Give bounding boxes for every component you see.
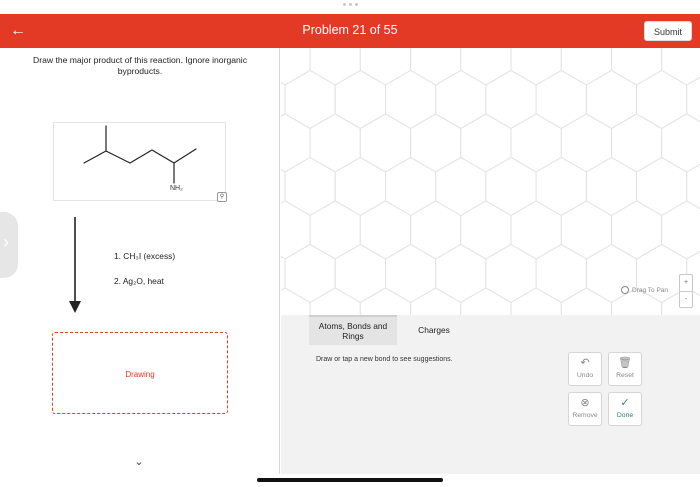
toolbar-tabs: Atoms, Bonds and Rings Charges (309, 315, 700, 345)
zoom-in-button[interactable]: + (680, 275, 692, 291)
bond-c4-c5 (151, 149, 175, 164)
trash-icon: 🗑 (618, 357, 632, 369)
question-prompt: Draw the major product of this reaction.… (33, 55, 247, 76)
remove-circle-icon: ⊗ (580, 397, 590, 409)
chevron-right-icon: › (3, 232, 9, 252)
remove-button[interactable]: ⊗ Remove (568, 392, 602, 426)
amine-label: NH₂ (170, 185, 183, 192)
drag-to-pan-hint: Drag To Pan (621, 286, 668, 294)
bond-c2-c3 (105, 150, 131, 164)
done-button[interactable]: ✓ Done (608, 392, 642, 426)
drawing-canvas[interactable]: Drag To Pan + - (281, 48, 700, 315)
problem-counter: Problem 21 of 55 (302, 23, 398, 37)
question-panel: Draw the major product of this reaction.… (0, 48, 280, 474)
multitask-dots[interactable] (340, 3, 360, 7)
tab-charges[interactable]: Charges (399, 315, 469, 345)
bond-c5-c6 (173, 148, 197, 164)
bottom-bar (0, 474, 700, 487)
chevron-down-icon[interactable]: ⌄ (132, 456, 146, 468)
drawing-toolbar: Atoms, Bonds and Rings Charges Draw or t… (281, 315, 700, 475)
undo-icon: ↶ (580, 357, 590, 369)
magnify-structure-button[interactable]: ⚲ (217, 192, 227, 202)
bond-c3-c4 (129, 149, 153, 164)
undo-button[interactable]: ↶ Undo (568, 352, 602, 386)
skeletal-structure (83, 125, 197, 184)
hex-grid (281, 48, 700, 315)
reaction-arrow (69, 217, 81, 313)
zoom-controls: + - (679, 274, 693, 308)
suggestion-hint: Draw or tap a new bond to see suggestion… (316, 356, 453, 363)
status-strip (0, 0, 700, 14)
starting-material-structure: NH₂ (53, 122, 226, 201)
reagent-step-2: 2. Ag₂O, heat (114, 276, 164, 286)
submit-button[interactable]: Submit (644, 21, 692, 41)
tab-atoms-bonds-rings[interactable]: Atoms, Bonds and Rings (309, 315, 397, 345)
pan-icon (621, 286, 629, 294)
bond-methyl-left (83, 150, 107, 164)
side-drawer-handle[interactable]: › (0, 212, 18, 278)
drawing-placeholder: Drawing (125, 370, 155, 379)
home-indicator[interactable] (257, 478, 443, 482)
magnifier-icon: ⚲ (219, 194, 225, 200)
zoom-out-button[interactable]: - (680, 292, 692, 308)
answer-drawing-box[interactable]: Drawing (52, 332, 228, 414)
header-bar: ← Problem 21 of 55 Submit (0, 14, 700, 48)
reset-button[interactable]: 🗑 Reset (608, 352, 642, 386)
reagent-step-1: 1. CH₃I (excess) (114, 251, 176, 261)
check-circle-icon: ✓ (620, 397, 630, 409)
